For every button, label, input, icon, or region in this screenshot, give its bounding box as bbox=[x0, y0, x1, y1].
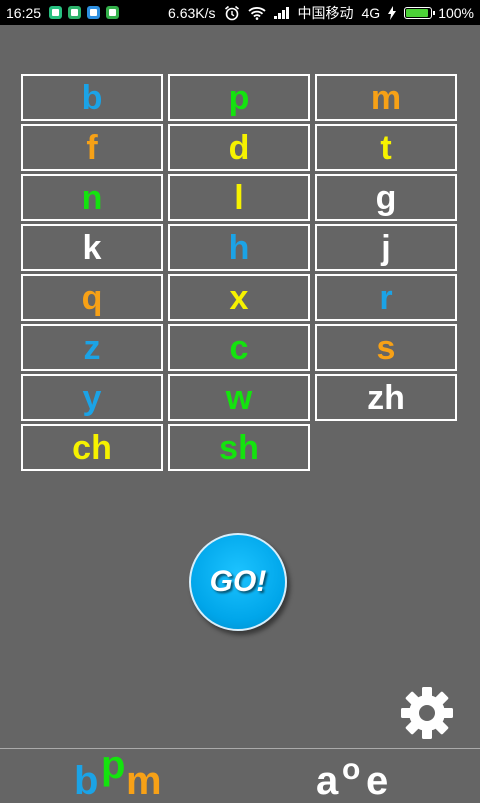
app-notification-icon bbox=[68, 6, 82, 19]
net-speed: 6.63K/s bbox=[168, 4, 216, 21]
settings-button[interactable] bbox=[400, 686, 454, 740]
initial-cell-b[interactable]: b bbox=[21, 74, 163, 121]
initial-cell-p[interactable]: p bbox=[168, 74, 310, 121]
go-button[interactable]: GO! bbox=[189, 533, 287, 631]
charging-icon bbox=[388, 5, 397, 20]
initial-cell-zh[interactable]: zh bbox=[315, 374, 457, 421]
battery-icon bbox=[404, 6, 436, 19]
app-notification-icon bbox=[106, 6, 120, 19]
initial-cell-c[interactable]: c bbox=[168, 324, 310, 371]
tab-glyph: e bbox=[366, 759, 389, 803]
status-bar: 16:25 6.63K/s 中国移动 4G 100% bbox=[0, 0, 480, 25]
app-notification-icon bbox=[49, 6, 63, 19]
initial-cell-f[interactable]: f bbox=[21, 124, 163, 171]
initial-cell-k[interactable]: k bbox=[21, 224, 163, 271]
initial-cell-t[interactable]: t bbox=[315, 124, 457, 171]
tab-finals[interactable]: a o e bbox=[240, 749, 480, 803]
app-notification-icon bbox=[87, 6, 101, 19]
tab-glyph: a bbox=[316, 759, 339, 803]
initial-cell-w[interactable]: w bbox=[168, 374, 310, 421]
tab-initials[interactable]: b p m bbox=[0, 745, 240, 803]
initial-cell-h[interactable]: h bbox=[168, 224, 310, 271]
tab-glyph: p bbox=[101, 743, 126, 787]
initial-cell-n[interactable]: n bbox=[21, 174, 163, 221]
initial-cell-d[interactable]: d bbox=[168, 124, 310, 171]
initial-cell-z[interactable]: z bbox=[21, 324, 163, 371]
tab-glyph: m bbox=[126, 759, 162, 803]
initial-cell-y[interactable]: y bbox=[21, 374, 163, 421]
carrier-name: 中国移动 bbox=[297, 4, 354, 21]
bottom-tab-bar: b p m a o e bbox=[0, 745, 480, 803]
initial-cell-j[interactable]: j bbox=[315, 224, 457, 271]
wifi-icon bbox=[247, 6, 266, 20]
signal-icon bbox=[273, 6, 290, 19]
initial-cell-m[interactable]: m bbox=[315, 74, 457, 121]
status-time: 16:25 bbox=[6, 4, 42, 21]
initial-cell-x[interactable]: x bbox=[168, 274, 310, 321]
go-button-label: GO! bbox=[209, 565, 267, 598]
initial-cell-r[interactable]: r bbox=[315, 274, 457, 321]
tab-glyph: o bbox=[342, 753, 361, 786]
alarm-icon bbox=[224, 5, 240, 21]
network-type: 4G bbox=[361, 4, 381, 21]
initial-cell-g[interactable]: g bbox=[315, 174, 457, 221]
tab-glyph: b bbox=[74, 759, 99, 803]
initial-cell-q[interactable]: q bbox=[21, 274, 163, 321]
initial-cell-sh[interactable]: sh bbox=[168, 424, 310, 471]
battery-level: 100% bbox=[438, 4, 474, 21]
initial-cell-s[interactable]: s bbox=[315, 324, 457, 371]
initial-cell-ch[interactable]: ch bbox=[21, 424, 163, 471]
gear-icon bbox=[401, 687, 453, 739]
initial-cell-l[interactable]: l bbox=[168, 174, 310, 221]
